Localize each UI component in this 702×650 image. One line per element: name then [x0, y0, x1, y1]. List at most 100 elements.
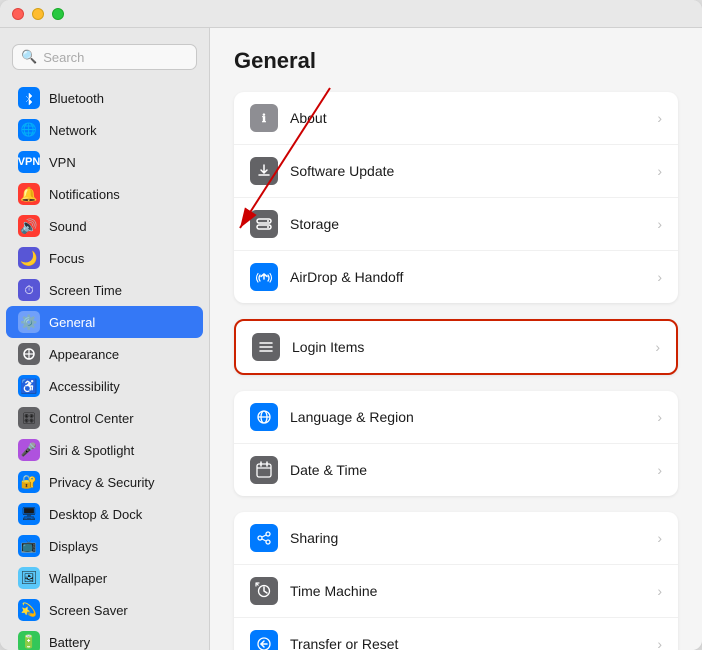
sidebar-item-sound[interactable]: 🔊 Sound [6, 210, 203, 242]
sidebar-item-siri[interactable]: 🎤 Siri & Spotlight [6, 434, 203, 466]
language-label: Language & Region [290, 409, 645, 425]
sidebar-label-privacy: Privacy & Security [49, 475, 154, 490]
settings-row-sharing[interactable]: Sharing › [234, 512, 678, 565]
sidebar-item-network[interactable]: 🌐 Network [6, 114, 203, 146]
settings-row-airdrop[interactable]: AirDrop & Handoff › [234, 251, 678, 303]
airdrop-icon [250, 263, 278, 291]
about-icon: ℹ [250, 104, 278, 132]
sidebar-item-appearance[interactable]: Appearance [6, 338, 203, 370]
sidebar-label-vpn: VPN [49, 155, 76, 170]
sidebar-label-controlcenter: Control Center [49, 411, 134, 426]
sidebar-item-general[interactable]: ⚙️ General [6, 306, 203, 338]
desktopdock-icon: 🖥 [18, 503, 40, 525]
loginitems-chevron: › [655, 339, 660, 355]
privacy-icon: 🔐 [18, 471, 40, 493]
settings-group-4: Sharing › Time Machine › Transfer or Res… [234, 512, 678, 650]
datetime-chevron: › [657, 462, 662, 478]
focus-icon: 🌙 [18, 247, 40, 269]
sidebar-item-controlcenter[interactable]: 🎛 Control Center [6, 402, 203, 434]
notifications-icon: 🔔 [18, 183, 40, 205]
sidebar-item-wallpaper[interactable]: 🖼 Wallpaper [6, 562, 203, 594]
main-content: General ℹ About › [210, 28, 702, 650]
transfer-chevron: › [657, 636, 662, 650]
settings-row-transfer[interactable]: Transfer or Reset › [234, 618, 678, 650]
loginitems-label: Login Items [292, 339, 643, 355]
sound-icon: 🔊 [18, 215, 40, 237]
timemachine-chevron: › [657, 583, 662, 599]
vpn-icon: VPN [18, 151, 40, 173]
about-label: About [290, 110, 645, 126]
settings-row-about[interactable]: ℹ About › [234, 92, 678, 145]
sidebar-item-accessibility[interactable]: ♿ Accessibility [6, 370, 203, 402]
close-button[interactable] [12, 8, 24, 20]
sharing-label: Sharing [290, 530, 645, 546]
sidebar: 🔍 Search Bluetooth 🌐 Network VPN VPN 🔔 [0, 28, 210, 650]
sidebar-label-appearance: Appearance [49, 347, 119, 362]
softwareupdate-label: Software Update [290, 163, 645, 179]
maximize-button[interactable] [52, 8, 64, 20]
loginitems-icon [252, 333, 280, 361]
minimize-button[interactable] [32, 8, 44, 20]
transfer-icon [250, 630, 278, 650]
sidebar-label-notifications: Notifications [49, 187, 120, 202]
content-area: 🔍 Search Bluetooth 🌐 Network VPN VPN 🔔 [0, 28, 702, 650]
airdrop-label: AirDrop & Handoff [290, 269, 645, 285]
sharing-chevron: › [657, 530, 662, 546]
sidebar-label-bluetooth: Bluetooth [49, 91, 104, 106]
sharing-icon [250, 524, 278, 552]
title-bar [0, 0, 702, 28]
settings-row-datetime[interactable]: Date & Time › [234, 444, 678, 496]
softwareupdate-icon [250, 157, 278, 185]
sidebar-item-vpn[interactable]: VPN VPN [6, 146, 203, 178]
sidebar-item-battery[interactable]: 🔋 Battery [6, 626, 203, 650]
sidebar-label-sound: Sound [49, 219, 87, 234]
settings-row-timemachine[interactable]: Time Machine › [234, 565, 678, 618]
sidebar-label-wallpaper: Wallpaper [49, 571, 107, 586]
sidebar-label-screensaver: Screen Saver [49, 603, 128, 618]
sidebar-label-siri: Siri & Spotlight [49, 443, 134, 458]
language-icon [250, 403, 278, 431]
screensaver-icon: 💫 [18, 599, 40, 621]
settings-row-loginitems[interactable]: Login Items › [236, 321, 676, 373]
siri-icon: 🎤 [18, 439, 40, 461]
search-placeholder: Search [43, 50, 84, 65]
sidebar-item-screentime[interactable]: ⏱ Screen Time [6, 274, 203, 306]
transfer-label: Transfer or Reset [290, 636, 645, 650]
sidebar-item-bluetooth[interactable]: Bluetooth [6, 82, 203, 114]
storage-icon [250, 210, 278, 238]
sidebar-item-screensaver[interactable]: 💫 Screen Saver [6, 594, 203, 626]
settings-row-storage[interactable]: Storage › [234, 198, 678, 251]
settings-row-softwareupdate[interactable]: Software Update › [234, 145, 678, 198]
battery-icon: 🔋 [18, 631, 40, 650]
sidebar-label-desktopdock: Desktop & Dock [49, 507, 142, 522]
search-icon: 🔍 [21, 49, 37, 65]
softwareupdate-chevron: › [657, 163, 662, 179]
sidebar-label-displays: Displays [49, 539, 98, 554]
sidebar-label-screentime: Screen Time [49, 283, 122, 298]
sidebar-item-displays[interactable]: 📺 Displays [6, 530, 203, 562]
datetime-icon [250, 456, 278, 484]
sidebar-label-general: General [49, 315, 95, 330]
storage-chevron: › [657, 216, 662, 232]
system-preferences-window: 🔍 Search Bluetooth 🌐 Network VPN VPN 🔔 [0, 0, 702, 650]
settings-group-2: Login Items › [234, 319, 678, 375]
sidebar-item-desktopdock[interactable]: 🖥 Desktop & Dock [6, 498, 203, 530]
sidebar-label-focus: Focus [49, 251, 84, 266]
sidebar-item-focus[interactable]: 🌙 Focus [6, 242, 203, 274]
sidebar-item-privacy[interactable]: 🔐 Privacy & Security [6, 466, 203, 498]
about-chevron: › [657, 110, 662, 126]
settings-group-1: ℹ About › Software Update › Stora [234, 92, 678, 303]
appearance-icon [18, 343, 40, 365]
search-box[interactable]: 🔍 Search [12, 44, 197, 70]
bluetooth-icon [18, 87, 40, 109]
datetime-label: Date & Time [290, 462, 645, 478]
general-icon: ⚙️ [18, 311, 40, 333]
sidebar-item-notifications[interactable]: 🔔 Notifications [6, 178, 203, 210]
timemachine-icon [250, 577, 278, 605]
settings-row-language[interactable]: Language & Region › [234, 391, 678, 444]
wallpaper-icon: 🖼 [18, 567, 40, 589]
language-chevron: › [657, 409, 662, 425]
sidebar-label-accessibility: Accessibility [49, 379, 120, 394]
accessibility-icon: ♿ [18, 375, 40, 397]
sidebar-label-network: Network [49, 123, 97, 138]
